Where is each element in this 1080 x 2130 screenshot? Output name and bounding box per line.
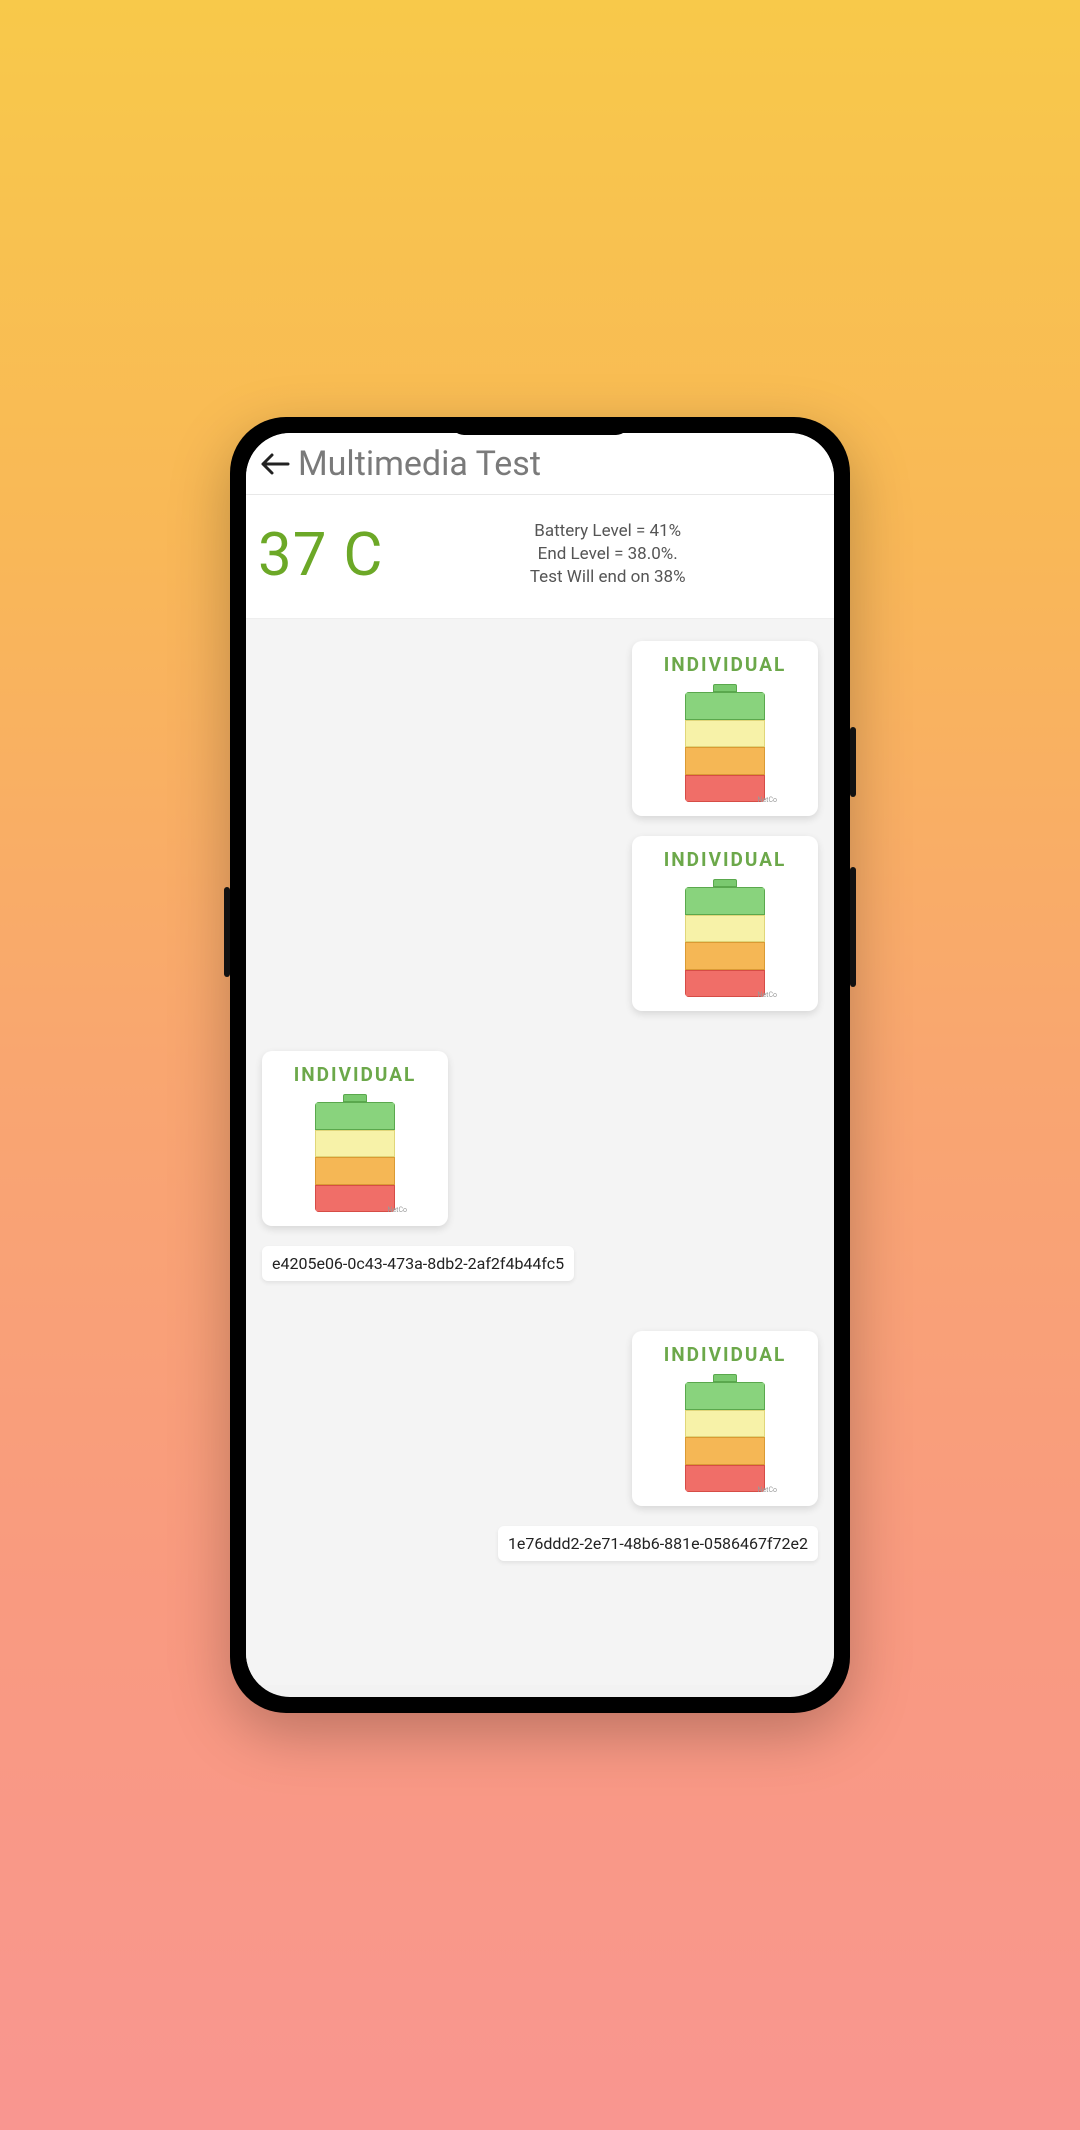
stats-bar: 37 C Battery Level = 41% End Level = 38.…	[246, 495, 834, 619]
message-row: INDIVIDUAL NetCo	[262, 641, 818, 816]
message-row: INDIVIDUAL NetCo	[262, 1331, 818, 1506]
phone-button	[850, 727, 856, 797]
battery-icon: NetCo	[685, 879, 765, 997]
back-button[interactable]	[256, 445, 294, 483]
phone-frame: Multimedia Test 37 C Battery Level = 41%…	[230, 417, 850, 1713]
message-row: 1e76ddd2-2e71-48b6-881e-0586467f72e2	[262, 1526, 818, 1561]
battery-icon: NetCo	[315, 1094, 395, 1212]
individual-card[interactable]: INDIVIDUAL NetCo	[632, 641, 818, 816]
message-row: e4205e06-0c43-473a-8db2-2af2f4b44fc5	[262, 1246, 818, 1281]
card-label: INDIVIDUAL	[664, 1343, 787, 1366]
card-label: INDIVIDUAL	[664, 653, 787, 676]
battery-level-line: Battery Level = 41%	[393, 520, 822, 543]
card-label: INDIVIDUAL	[294, 1063, 417, 1086]
battery-icon: NetCo	[685, 1374, 765, 1492]
screen: Multimedia Test 37 C Battery Level = 41%…	[246, 433, 834, 1697]
individual-card[interactable]: INDIVIDUAL NetCo	[262, 1051, 448, 1226]
chat-area[interactable]: INDIVIDUAL NetCo INDIVIDUAL	[246, 619, 834, 1685]
arrow-left-icon	[260, 452, 290, 476]
text-bubble[interactable]: 1e76ddd2-2e71-48b6-881e-0586467f72e2	[498, 1526, 818, 1561]
will-end-line: Test Will end on 38%	[393, 566, 822, 589]
battery-info: Battery Level = 41% End Level = 38.0%. T…	[383, 520, 822, 589]
page-title: Multimedia Test	[298, 444, 541, 484]
individual-card[interactable]: INDIVIDUAL NetCo	[632, 836, 818, 1011]
card-label: INDIVIDUAL	[664, 848, 787, 871]
message-row: INDIVIDUAL NetCo	[262, 1051, 818, 1226]
temperature-value: 37 C	[258, 519, 383, 590]
end-level-line: End Level = 38.0%.	[393, 543, 822, 566]
phone-button	[224, 887, 230, 977]
phone-button	[850, 867, 856, 987]
text-bubble[interactable]: e4205e06-0c43-473a-8db2-2af2f4b44fc5	[262, 1246, 574, 1281]
battery-icon: NetCo	[685, 684, 765, 802]
individual-card[interactable]: INDIVIDUAL NetCo	[632, 1331, 818, 1506]
message-row: INDIVIDUAL NetCo	[262, 836, 818, 1011]
app-bar: Multimedia Test	[246, 433, 834, 495]
